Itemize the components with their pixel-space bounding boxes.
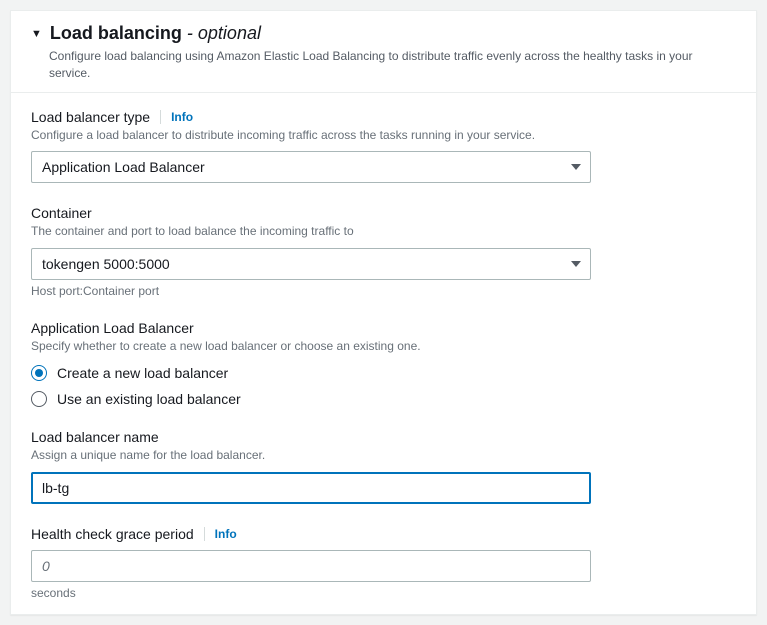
panel-title-optional: optional [198,23,261,43]
panel-title: Load balancing - optional [50,23,261,44]
radio-icon [31,391,47,407]
container-hint: Host port:Container port [31,284,736,298]
lb-type-select[interactable]: Application Load Balancer [31,151,591,183]
health-check-unit: seconds [31,586,736,600]
lb-type-description: Configure a load balancer to distribute … [31,127,736,144]
health-check-input[interactable] [31,550,591,582]
container-description: The container and port to load balance t… [31,223,736,240]
panel-title-dash: - [182,23,198,43]
field-lb-name: Load balancer name Assign a unique name … [31,429,736,504]
lb-name-input[interactable] [31,472,591,504]
caret-down-icon: ▼ [31,28,42,40]
container-value: tokengen 5000:5000 [42,256,170,272]
radio-create-label: Create a new load balancer [57,365,228,381]
panel-body: Load balancer type Info Configure a load… [11,92,756,614]
container-select[interactable]: tokengen 5000:5000 [31,248,591,280]
lb-type-label: Load balancer type [31,109,150,125]
radio-existing-label: Use an existing load balancer [57,391,241,407]
panel-header: ▼ Load balancing - optional Configure lo… [11,11,756,92]
radio-create-new-lb[interactable]: Create a new load balancer [31,365,736,381]
lb-name-label: Load balancer name [31,429,159,445]
field-container: Container The container and port to load… [31,205,736,298]
field-health-check: Health check grace period Info seconds [31,526,736,600]
lb-type-info-link[interactable]: Info [171,110,193,124]
field-lb-type: Load balancer type Info Configure a load… [31,109,736,184]
panel-title-main: Load balancing [50,23,182,43]
load-balancing-panel: ▼ Load balancing - optional Configure lo… [10,10,757,615]
alb-section-description: Specify whether to create a new load bal… [31,338,736,355]
panel-description: Configure load balancing using Amazon El… [49,48,736,82]
radio-use-existing-lb[interactable]: Use an existing load balancer [31,391,736,407]
divider [160,110,161,124]
health-check-info-link[interactable]: Info [215,527,237,541]
divider [204,527,205,541]
panel-header-toggle[interactable]: ▼ Load balancing - optional [31,23,736,44]
radio-icon [31,365,47,381]
container-label: Container [31,205,92,221]
health-check-label: Health check grace period [31,526,194,542]
alb-section-label: Application Load Balancer [31,320,194,336]
lb-type-value: Application Load Balancer [42,159,205,175]
lb-name-description: Assign a unique name for the load balanc… [31,447,736,464]
field-alb-choice: Application Load Balancer Specify whethe… [31,320,736,407]
